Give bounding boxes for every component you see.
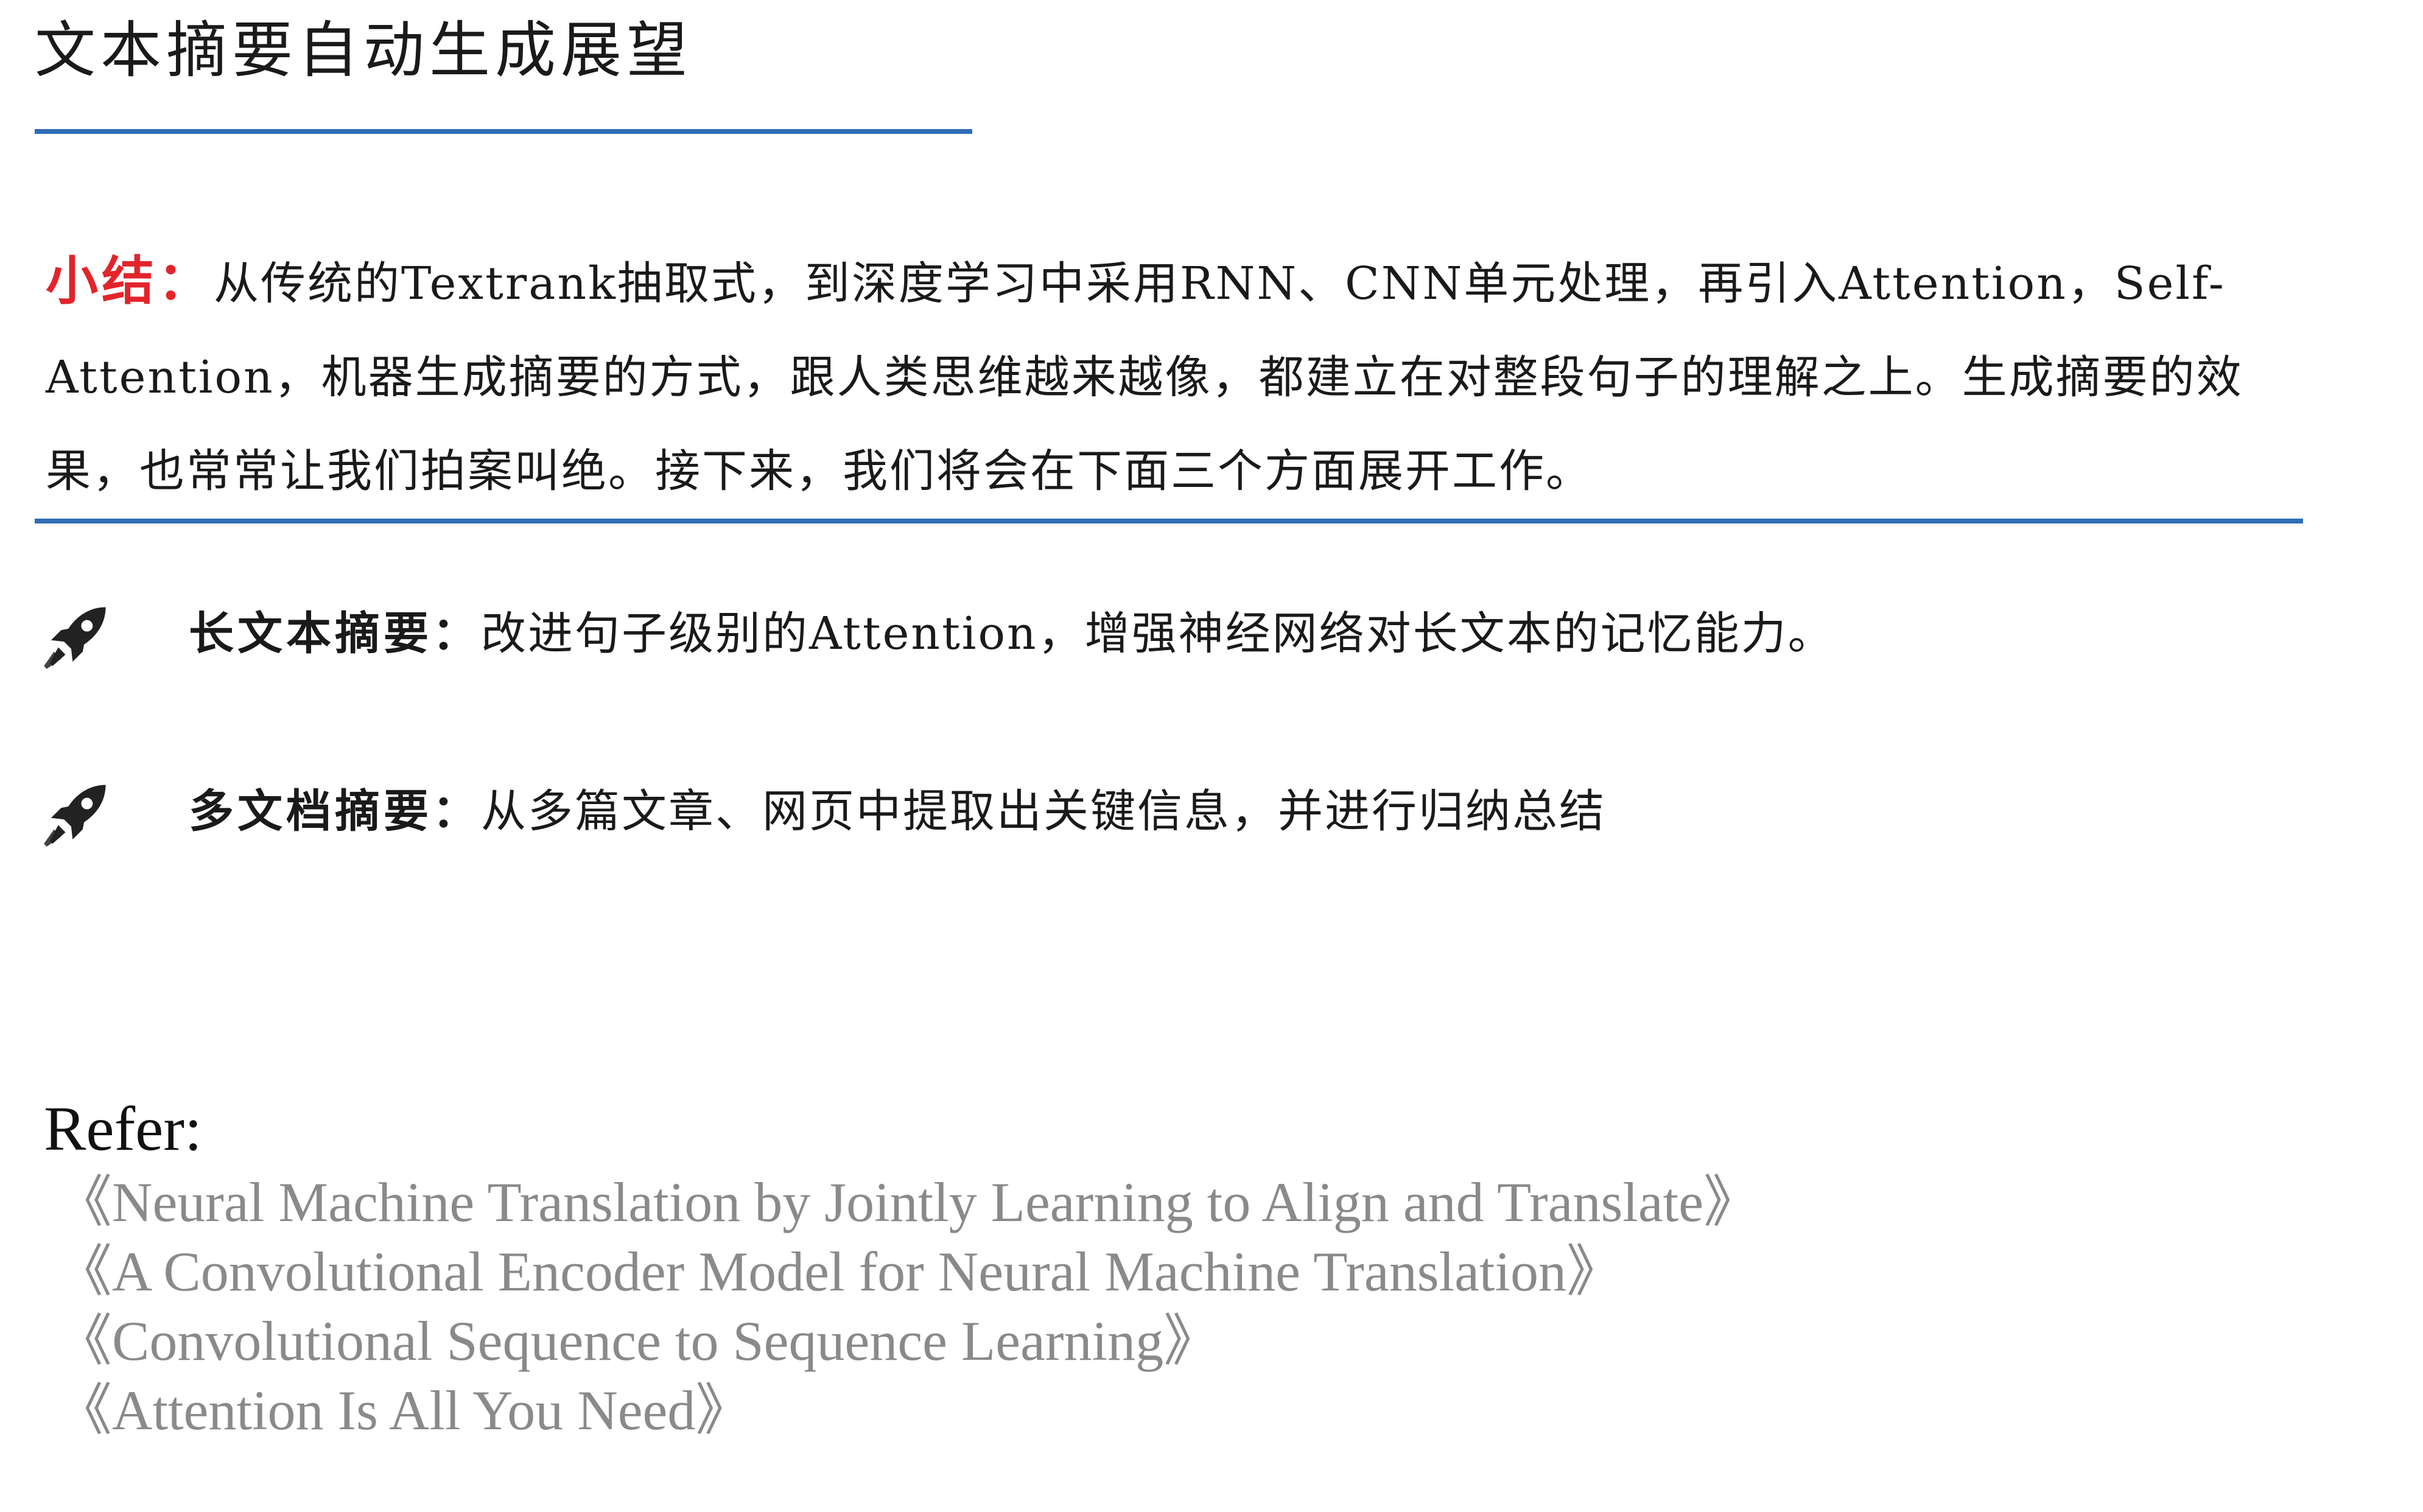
rocket-icon	[44, 785, 106, 847]
point-long-text-summary: 长文本摘要：改进句子级别的Attention，增强神经网络对长文本的记忆能力。	[40, 597, 2231, 676]
point-text: 长文本摘要：改进句子级别的Attention，增强神经网络对长文本的记忆能力。	[189, 600, 1835, 667]
reference-item: 《A Convolutional Encoder Model for Neura…	[56, 1241, 1623, 1303]
reference-item: 《Convolutional Sequence to Sequence Lear…	[56, 1310, 1220, 1372]
rocket-icon	[44, 607, 106, 669]
point-title: 长文本摘要：	[189, 607, 481, 660]
point-title: 多文档摘要：	[189, 785, 481, 838]
point-multi-document-summary: 多文档摘要：从多篇文章、网页中提取出关键信息，并进行归纳总结	[40, 774, 2231, 853]
point-description: 改进句子级别的Attention，增强神经网络对长文本的记忆能力。	[481, 607, 1835, 660]
page-title: 文本摘要自动生成展望	[35, 15, 692, 86]
refer-heading: Refer:	[44, 1094, 202, 1164]
summary-label: 小结：	[46, 250, 214, 312]
title-underline-divider	[35, 129, 972, 134]
reference-list: 《Neural Machine Translation by Jointly L…	[56, 1167, 1759, 1445]
reference-item: 《Attention Is All You Need》	[56, 1379, 752, 1441]
point-description: 从多篇文章、网页中提取出关键信息，并进行归纳总结	[481, 785, 1606, 838]
summary-paragraph: 小结：从传统的Textrank抽取式，到深度学习中采用RNN、CNN单元处理，再…	[46, 234, 2286, 518]
point-text: 多文档摘要：从多篇文章、网页中提取出关键信息，并进行归纳总结	[189, 778, 1606, 845]
reference-item: 《Neural Machine Translation by Jointly L…	[56, 1171, 1760, 1233]
summary-divider	[35, 519, 2303, 523]
summary-text: 从传统的Textrank抽取式，到深度学习中采用RNN、CNN单元处理，再引入A…	[46, 257, 2243, 497]
